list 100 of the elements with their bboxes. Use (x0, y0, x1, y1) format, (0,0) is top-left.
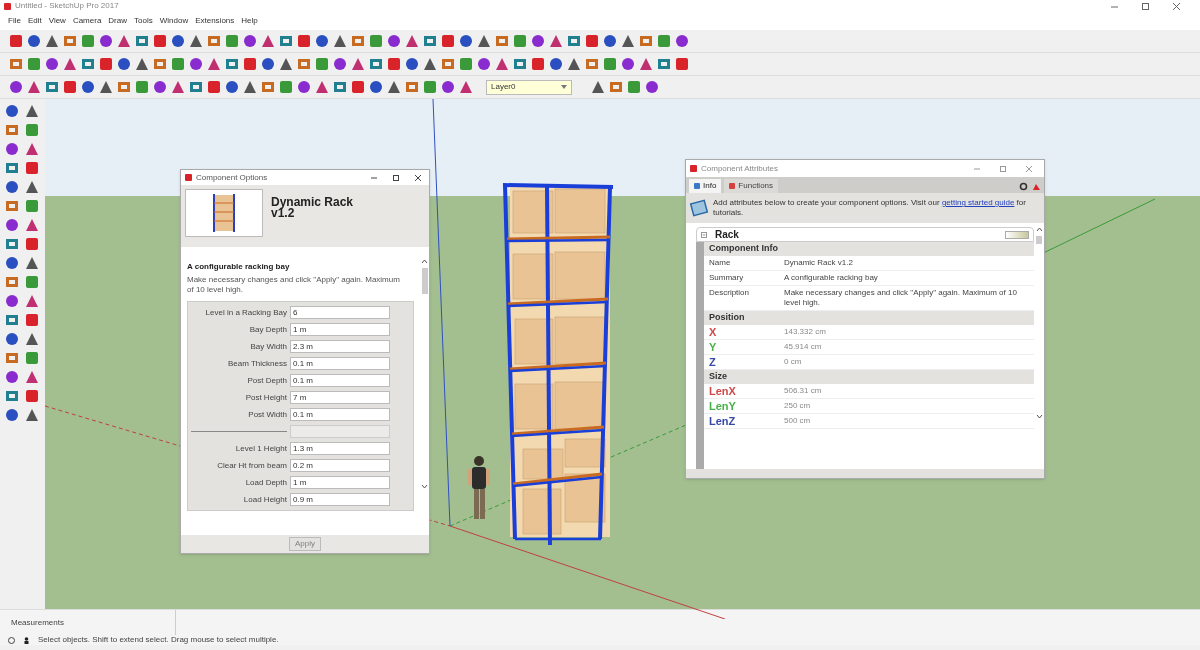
tool-icon[interactable] (476, 33, 492, 49)
tool-icon[interactable] (98, 33, 114, 49)
tool-icon[interactable] (296, 56, 312, 72)
tool-icon[interactable] (4, 198, 20, 214)
tool-icon[interactable] (644, 79, 660, 95)
tool-icon[interactable] (24, 350, 40, 366)
tab[interactable]: Functions (724, 179, 779, 193)
tool-icon[interactable] (530, 56, 546, 72)
tool-icon[interactable] (332, 56, 348, 72)
tool-icon[interactable] (386, 56, 402, 72)
details-toggle[interactable] (1005, 230, 1029, 239)
tool-icon[interactable] (134, 56, 150, 72)
tool-icon[interactable] (404, 33, 420, 49)
menu-item[interactable]: Edit (27, 15, 42, 27)
scroll-thumb[interactable] (1036, 236, 1042, 244)
tool-icon[interactable] (24, 198, 40, 214)
menu-item[interactable]: View (48, 15, 66, 27)
tool-icon[interactable] (116, 33, 132, 49)
tool-icon[interactable] (602, 56, 618, 72)
tool-icon[interactable] (494, 33, 510, 49)
text-field[interactable]: 0.9 m (290, 493, 390, 506)
tool-icon[interactable] (8, 56, 24, 72)
tool-icon[interactable] (24, 160, 40, 176)
tool-icon[interactable] (134, 33, 150, 49)
menu-item[interactable]: File (8, 15, 21, 27)
layer-dropdown[interactable]: Layer0 (486, 79, 572, 95)
tool-icon[interactable] (620, 56, 636, 72)
tool-icon[interactable] (98, 79, 114, 95)
text-field[interactable]: 1 m (290, 476, 390, 489)
tool-icon[interactable] (24, 103, 40, 119)
tool-icon[interactable] (386, 79, 402, 95)
tool-icon[interactable] (24, 179, 40, 195)
tool-icon[interactable] (674, 33, 690, 49)
tool-icon[interactable] (566, 56, 582, 72)
tool-icon[interactable] (4, 236, 20, 252)
tool-icon[interactable] (626, 79, 642, 95)
tool-icon[interactable] (638, 56, 654, 72)
tool-icon[interactable] (26, 33, 42, 49)
tool-icon[interactable] (350, 56, 366, 72)
tool-icon[interactable] (242, 56, 258, 72)
tool-icon[interactable] (80, 79, 96, 95)
close-icon[interactable] (1173, 2, 1180, 10)
tool-icon[interactable] (260, 56, 276, 72)
tool-icon[interactable] (296, 33, 312, 49)
text-field[interactable]: 1 m (290, 323, 390, 336)
tool-icon[interactable] (260, 79, 276, 95)
empty-field[interactable] (290, 425, 390, 438)
tool-icon[interactable] (278, 56, 294, 72)
tool-icon[interactable] (620, 33, 636, 49)
tool-icon[interactable] (440, 56, 456, 72)
tool-icon[interactable] (62, 56, 78, 72)
tool-icon[interactable] (314, 33, 330, 49)
tool-icon[interactable] (368, 79, 384, 95)
menu-item[interactable]: Tools (134, 15, 153, 27)
tool-icon[interactable] (512, 56, 528, 72)
tool-icon[interactable] (638, 33, 654, 49)
tool-icon[interactable] (4, 255, 20, 271)
scroll-down-icon[interactable] (421, 484, 428, 489)
tab[interactable]: Info (689, 179, 722, 193)
tool-icon[interactable] (80, 56, 96, 72)
tool-icon[interactable] (242, 79, 258, 95)
text-field[interactable]: 1.3 m (290, 442, 390, 455)
tool-icon[interactable] (206, 79, 222, 95)
collapse-icon[interactable] (701, 231, 707, 238)
tool-icon[interactable] (548, 33, 564, 49)
tool-icon[interactable] (584, 33, 600, 49)
tool-icon[interactable] (278, 33, 294, 49)
tool-icon[interactable] (602, 33, 618, 49)
tool-icon[interactable] (44, 33, 60, 49)
tool-icon[interactable] (116, 56, 132, 72)
tool-icon[interactable] (656, 56, 672, 72)
tool-icon[interactable] (170, 56, 186, 72)
link[interactable]: getting started guide (941, 198, 1015, 207)
tool-icon[interactable] (512, 33, 528, 49)
tool-icon[interactable] (674, 56, 690, 72)
tool-icon[interactable] (278, 79, 294, 95)
tool-icon[interactable] (24, 141, 40, 157)
tool-icon[interactable] (24, 293, 40, 309)
tool-icon[interactable] (4, 160, 20, 176)
tool-icon[interactable] (566, 33, 582, 49)
tool-icon[interactable] (206, 33, 222, 49)
menu-item[interactable]: Extensions (195, 15, 235, 27)
tool-icon[interactable] (24, 407, 40, 423)
tool-icon[interactable] (332, 79, 348, 95)
tool-icon[interactable] (24, 236, 40, 252)
tool-icon[interactable] (422, 33, 438, 49)
tool-icon[interactable] (4, 369, 20, 385)
tool-icon[interactable] (296, 79, 312, 95)
tool-icon[interactable] (656, 33, 672, 49)
text-field[interactable]: 2.3 m (290, 340, 390, 353)
tool-icon[interactable] (332, 33, 348, 49)
tool-icon[interactable] (188, 56, 204, 72)
tool-icon[interactable] (24, 255, 40, 271)
tool-icon[interactable] (206, 56, 222, 72)
tool-icon[interactable] (170, 79, 186, 95)
text-field[interactable]: 0.1 m (290, 374, 390, 387)
tool-icon[interactable] (314, 79, 330, 95)
tool-icon[interactable] (440, 33, 456, 49)
tool-icon[interactable] (386, 33, 402, 49)
minimize-icon[interactable] (371, 174, 377, 181)
